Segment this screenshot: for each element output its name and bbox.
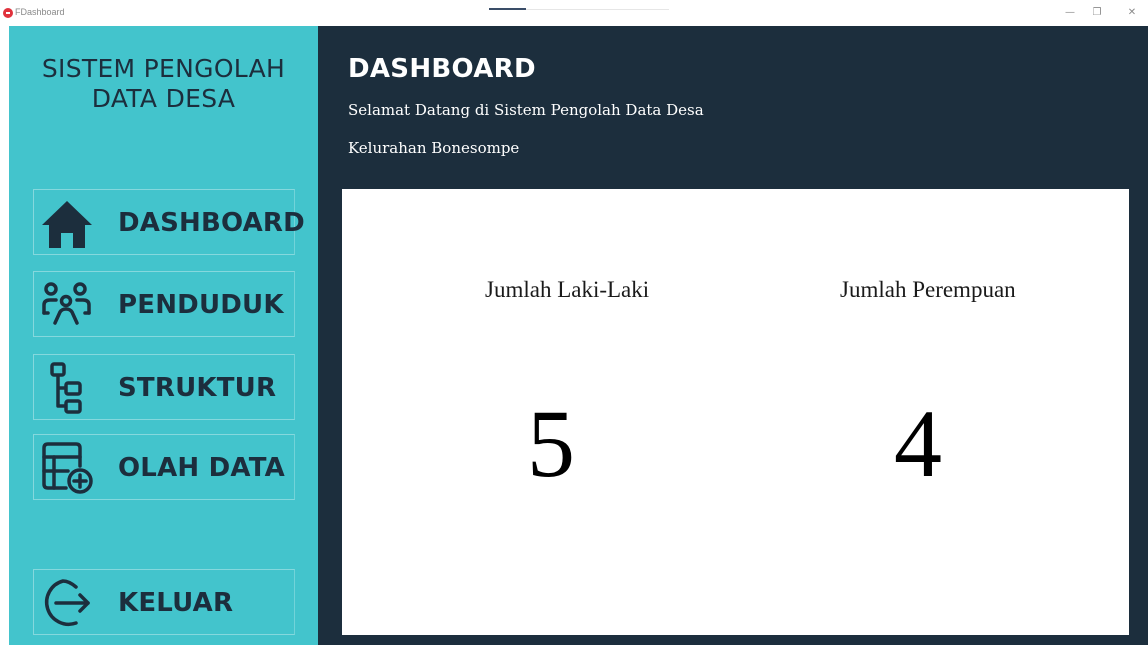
title-indicator [489,8,669,10]
sidebar-item-penduduk[interactable]: PENDUDUK [33,271,295,337]
sidebar-item-dashboard[interactable]: DASHBOARD [33,189,305,255]
sidebar-item-keluar[interactable]: KELUAR [33,569,295,635]
close-button[interactable]: ✕ [1122,5,1142,21]
kelurahan-text: Kelurahan Bonesompe [348,139,520,157]
app-icon [3,8,13,18]
sidebar-item-struktur[interactable]: STRUKTUR [33,354,295,420]
male-count-label: Jumlah Laki-Laki [485,277,650,302]
female-count-label: Jumlah Perempuan [840,277,1016,302]
page-title: DASHBOARD [348,54,536,84]
female-count-value: 4 [894,390,942,497]
people-icon [42,282,91,325]
sidebar-item-label: DASHBOARD [118,208,305,238]
welcome-text: Selamat Datang di Sistem Pengolah Data D… [348,101,704,119]
male-count-value: 5 [527,390,575,497]
sidebar: SISTEM PENGOLAH DATA DESA DASHBOARD PEND… [9,26,318,645]
stats-panel: Jumlah Laki-Laki Jumlah Perempuan 5 4 [342,189,1129,635]
sidebar-item-label: OLAH DATA [118,453,285,483]
maximize-button[interactable]: ❐ [1087,5,1107,21]
hierarchy-icon [50,362,82,414]
sidebar-item-label: STRUKTUR [118,373,277,403]
title-bar: FDashboard — ❐ ✕ [0,0,1148,26]
home-icon [42,201,92,248]
window-title: FDashboard [15,7,65,17]
sidebar-title: SISTEM PENGOLAH DATA DESA [41,54,286,113]
sidebar-item-label: KELUAR [118,588,234,618]
logout-icon [44,579,90,626]
sidebar-item-label: PENDUDUK [118,290,284,320]
add-table-icon [42,442,93,494]
main-content: DASHBOARD Selamat Datang di Sistem Pengo… [318,26,1148,645]
minimize-button[interactable]: — [1060,5,1080,21]
sidebar-item-olah-data[interactable]: OLAH DATA [33,434,295,500]
